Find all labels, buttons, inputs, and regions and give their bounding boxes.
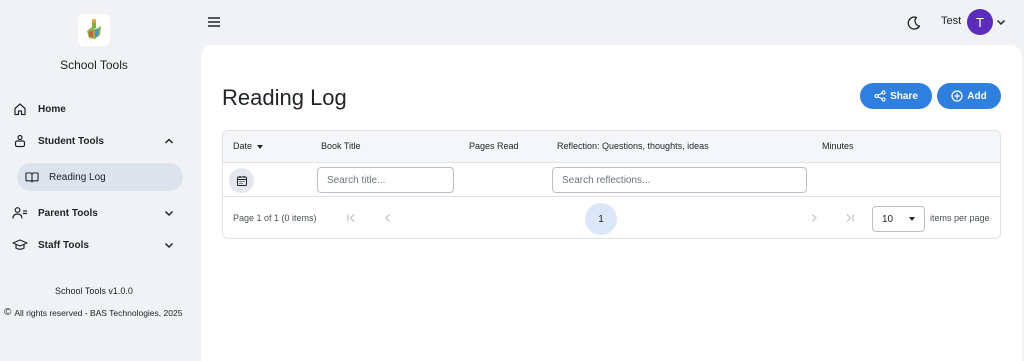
- copyright: © All rights reserved - BAS Technologies…: [4, 307, 182, 318]
- menu-icon[interactable]: [206, 14, 222, 30]
- grid-header: Date Book Title Pages Read Reflection: Q…: [223, 131, 1000, 163]
- page-title: Reading Log: [222, 85, 347, 110]
- chevron-down-icon: [164, 242, 174, 249]
- logo-icon: [87, 18, 101, 39]
- copyright-icon: ©: [4, 307, 12, 318]
- reflection-search-input[interactable]: [552, 167, 807, 193]
- chevron-down-icon: [164, 210, 174, 217]
- dropdown-arrow-icon: [909, 217, 915, 221]
- column-header-reflection[interactable]: Reflection: Questions, thoughts, ideas: [557, 141, 709, 151]
- column-header-book-title[interactable]: Book Title: [321, 141, 361, 151]
- column-header-pages-read[interactable]: Pages Read: [469, 141, 519, 151]
- main-content: Reading Log Share Add Date Book Title Pa…: [201, 45, 1022, 361]
- sidebar-item-label: Staff Tools: [38, 239, 89, 251]
- calendar-icon: [236, 175, 247, 186]
- sidebar-item-parent-tools[interactable]: Parent Tools: [8, 200, 184, 226]
- title-search-input[interactable]: [317, 167, 454, 193]
- app-version: School Tools v1.0.0: [55, 286, 133, 296]
- column-header-label: Date: [233, 141, 253, 151]
- app-logo[interactable]: [78, 14, 110, 46]
- sidebar-item-label: Reading Log: [49, 171, 106, 183]
- reading-log-grid: Date Book Title Pages Read Reflection: Q…: [222, 130, 1001, 239]
- sidebar: School Tools Home Student Tools Reading …: [0, 0, 201, 361]
- page-button-current[interactable]: 1: [585, 203, 617, 235]
- copyright-text: All rights reserved - BAS Technologies, …: [14, 307, 183, 318]
- chevron-down-icon[interactable]: [995, 16, 1007, 28]
- avatar[interactable]: T: [967, 9, 993, 35]
- page-size-label: items per page: [930, 213, 990, 223]
- app-name: School Tools: [60, 58, 128, 72]
- sidebar-item-reading-log[interactable]: Reading Log: [17, 163, 183, 191]
- pager: Page 1 of 1 (0 items) 1 10 items per pag…: [223, 197, 1000, 238]
- graduation-cap-icon: [12, 237, 28, 253]
- student-icon: [12, 133, 28, 149]
- last-page-icon[interactable]: [843, 211, 857, 225]
- user-name[interactable]: Test: [941, 15, 961, 27]
- pager-info: Page 1 of 1 (0 items): [233, 213, 317, 223]
- sidebar-item-label: Home: [38, 103, 66, 115]
- sidebar-item-staff-tools[interactable]: Staff Tools: [8, 232, 184, 258]
- share-button[interactable]: Share: [860, 83, 932, 109]
- column-header-date[interactable]: Date: [233, 141, 264, 151]
- sidebar-item-label: Parent Tools: [38, 207, 98, 219]
- date-filter-button[interactable]: [229, 168, 254, 193]
- add-button-label: Add: [967, 90, 987, 102]
- sidebar-item-label: Student Tools: [38, 135, 104, 147]
- chevron-up-icon: [164, 138, 174, 144]
- page-size-select[interactable]: 10: [872, 206, 925, 232]
- share-icon: [874, 90, 886, 102]
- book-icon: [25, 170, 39, 184]
- add-circle-icon: [951, 90, 963, 102]
- sort-desc-icon: [257, 144, 264, 149]
- sidebar-item-student-tools[interactable]: Student Tools: [8, 128, 184, 154]
- column-header-minutes[interactable]: Minutes: [822, 141, 854, 151]
- add-button[interactable]: Add: [937, 83, 1001, 109]
- parent-icon: [12, 205, 28, 221]
- prev-page-icon[interactable]: [381, 211, 395, 225]
- first-page-icon[interactable]: [344, 211, 358, 225]
- share-button-label: Share: [890, 90, 918, 102]
- sidebar-item-home[interactable]: Home: [8, 96, 184, 122]
- moon-icon[interactable]: [906, 15, 922, 31]
- next-page-icon[interactable]: [807, 211, 821, 225]
- home-icon: [12, 101, 28, 117]
- page-size-value: 10: [882, 213, 894, 225]
- filter-row: [223, 163, 1000, 197]
